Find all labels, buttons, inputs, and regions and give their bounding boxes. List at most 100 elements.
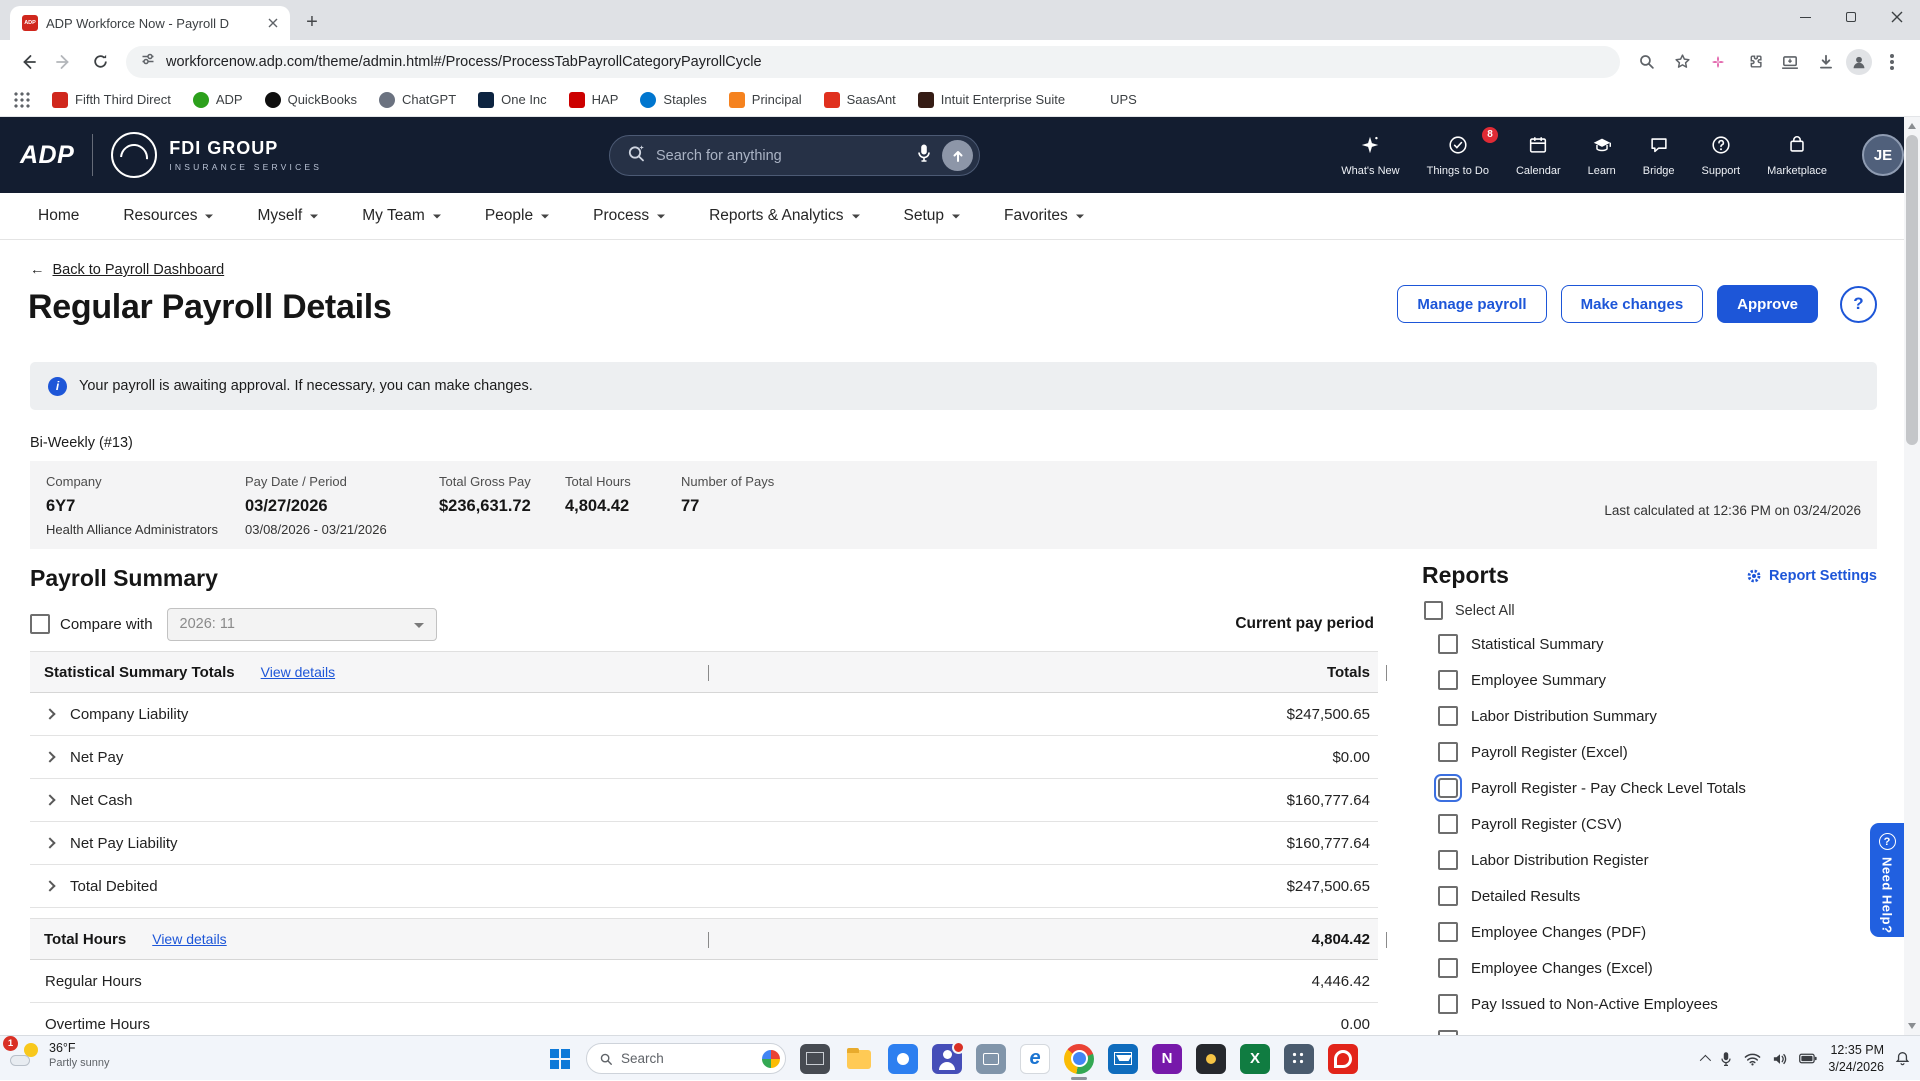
approve-button[interactable]: Approve	[1717, 285, 1818, 323]
nav-favorites[interactable]: Favorites	[1004, 207, 1084, 225]
checkbox[interactable]	[1438, 958, 1458, 978]
forward-icon[interactable]	[48, 46, 80, 78]
nav-setup[interactable]: Setup	[904, 207, 961, 225]
report-option[interactable]: Labor Distribution Summary	[1438, 698, 1877, 734]
bridge-item[interactable]: Bridge	[1643, 134, 1675, 177]
bookmark-adp[interactable]: ADP	[192, 91, 243, 108]
weather-widget[interactable]: 1 36°F Partly sunny	[3, 1036, 110, 1070]
report-option[interactable]: Payroll Register (Excel)	[1438, 734, 1877, 770]
taskbar-chrome[interactable]	[1064, 1043, 1094, 1080]
report-option[interactable]: Pay Issued to Non-Active Employees	[1438, 986, 1877, 1022]
hidden-icons-chevron[interactable]	[1700, 1054, 1712, 1066]
nav-resources[interactable]: Resources	[123, 207, 213, 225]
bookmark-fifth-third[interactable]: Fifth Third Direct	[52, 91, 171, 108]
checkbox[interactable]	[1438, 670, 1458, 690]
bookmark-hap[interactable]: HAP	[568, 91, 618, 108]
column-divider[interactable]	[708, 932, 709, 948]
chevron-right-icon[interactable]	[44, 751, 56, 763]
checkbox[interactable]	[1438, 886, 1458, 906]
mic-tray-icon[interactable]	[1719, 1051, 1733, 1067]
table-row[interactable]: Net Cash $160,777.64	[30, 779, 1378, 822]
search-input[interactable]	[656, 147, 906, 164]
marketplace-item[interactable]: Marketplace	[1767, 134, 1827, 177]
adp-logo[interactable]: ADP	[20, 141, 74, 170]
manage-payroll-button[interactable]: Manage payroll	[1397, 285, 1547, 323]
checkbox[interactable]	[1438, 814, 1458, 834]
report-option[interactable]: Statistical Summary	[1438, 626, 1877, 662]
checkbox[interactable]	[1438, 994, 1458, 1014]
bookmark-ups[interactable]: UPS	[1087, 92, 1137, 108]
zoom-icon[interactable]	[1630, 46, 1662, 78]
nav-home[interactable]: Home	[38, 207, 79, 225]
make-changes-button[interactable]: Make changes	[1560, 285, 1704, 323]
bookmark-one-inc[interactable]: One Inc	[478, 91, 547, 108]
need-help-tab[interactable]: ? Need Help?	[1870, 823, 1904, 937]
chevron-right-icon[interactable]	[44, 708, 56, 720]
taskbar-search-input[interactable]	[621, 1051, 754, 1066]
start-button[interactable]	[548, 1047, 572, 1071]
report-option[interactable]: Payroll Register (CSV)	[1438, 806, 1877, 842]
report-option-partial[interactable]	[1438, 1022, 1877, 1035]
battery-icon[interactable]	[1799, 1053, 1818, 1064]
send-to-device-icon[interactable]	[1774, 46, 1806, 78]
column-divider[interactable]	[1386, 932, 1387, 948]
taskbar-outlook[interactable]	[1108, 1043, 1138, 1074]
bookmark-intuit[interactable]: Intuit Enterprise Suite	[917, 91, 1065, 108]
learn-item[interactable]: Learn	[1588, 134, 1616, 177]
volume-icon[interactable]	[1772, 1052, 1788, 1066]
mic-icon[interactable]	[916, 143, 932, 168]
search-highlights-icon[interactable]	[762, 1049, 780, 1068]
taskbar-clock[interactable]: 12:35 PM 3/24/2026	[1828, 1042, 1884, 1075]
taskbar-excel[interactable]	[1240, 1043, 1270, 1074]
wifi-icon[interactable]	[1744, 1052, 1761, 1066]
back-to-dashboard-link[interactable]: ← Back to Payroll Dashboard	[30, 262, 224, 278]
tab-close-icon[interactable]	[264, 14, 282, 32]
bookmark-quickbooks[interactable]: QuickBooks	[264, 91, 357, 108]
table-row[interactable]: Total Debited $247,500.65	[30, 865, 1378, 908]
report-option[interactable]: Payroll Register - Pay Check Level Total…	[1433, 770, 1877, 806]
scroll-down-icon[interactable]	[1908, 1023, 1916, 1029]
chevron-right-icon[interactable]	[44, 794, 56, 806]
calendar-item[interactable]: Calendar	[1516, 134, 1561, 177]
table-row[interactable]: Company Liability $247,500.65	[30, 693, 1378, 736]
taskbar-onenote[interactable]	[1152, 1043, 1182, 1074]
scroll-up-icon[interactable]	[1908, 123, 1916, 129]
taskbar-file-explorer[interactable]	[844, 1044, 874, 1074]
checkbox-focused[interactable]	[1433, 773, 1463, 803]
new-tab-button[interactable]: +	[298, 8, 326, 36]
checkbox[interactable]	[1438, 850, 1458, 870]
checkbox[interactable]	[1438, 706, 1458, 726]
report-option[interactable]: Labor Distribution Register	[1438, 842, 1877, 878]
nav-process[interactable]: Process	[593, 207, 665, 225]
reload-icon[interactable]	[84, 46, 116, 78]
browser-tab[interactable]: ADP ADP Workforce Now - Payroll D	[10, 6, 290, 40]
bookmark-principal[interactable]: Principal	[728, 91, 802, 108]
browser-profile-avatar[interactable]	[1846, 48, 1872, 75]
report-option[interactable]: Employee Changes (PDF)	[1438, 914, 1877, 950]
extensions-puzzle-icon[interactable]	[1738, 46, 1770, 78]
browser-menu-icon[interactable]	[1876, 46, 1908, 78]
nav-people[interactable]: People	[485, 207, 549, 225]
table-row[interactable]: Net Pay Liability $160,777.64	[30, 822, 1378, 865]
bookmark-chatgpt[interactable]: ChatGPT	[378, 91, 456, 108]
things-to-do-item[interactable]: 8 Things to Do	[1427, 126, 1498, 177]
taskbar-snipping-tool[interactable]	[976, 1043, 1006, 1074]
nav-my-team[interactable]: My Team	[362, 207, 441, 225]
notifications-bell-icon[interactable]	[1895, 1051, 1910, 1066]
downloads-icon[interactable]	[1810, 46, 1842, 78]
view-details-link[interactable]: View details	[152, 931, 226, 947]
search-submit-icon[interactable]	[942, 140, 973, 171]
select-all-checkbox[interactable]	[1424, 601, 1443, 620]
report-settings-link[interactable]: Report Settings	[1746, 568, 1877, 584]
taskbar-acrobat[interactable]	[1328, 1043, 1358, 1074]
taskbar-calculator[interactable]	[1284, 1043, 1314, 1074]
view-details-link[interactable]: View details	[261, 664, 335, 680]
select-all-row[interactable]: Select All	[1424, 601, 1515, 620]
report-option[interactable]: Employee Summary	[1438, 662, 1877, 698]
maximize-icon[interactable]	[1828, 0, 1874, 34]
checkbox[interactable]	[1438, 634, 1458, 654]
taskbar-internet-explorer[interactable]	[1020, 1043, 1050, 1074]
compare-period-select[interactable]: 2026: 11	[166, 607, 437, 641]
nav-myself[interactable]: Myself	[257, 207, 318, 225]
bookmark-saasant[interactable]: SaasAnt	[823, 91, 896, 108]
